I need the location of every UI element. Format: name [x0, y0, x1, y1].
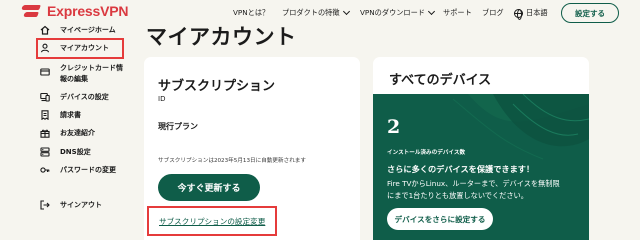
subscription-id-label: ID: [158, 95, 166, 103]
gift-icon: [40, 128, 50, 138]
sidebar-item-device-settings[interactable]: デバイスの設定: [40, 92, 109, 102]
devices-promo-heading: さらに多くのデバイスを保護できます！: [387, 164, 535, 174]
sidebar-item-label: クレジットカード情 報の編集: [60, 63, 123, 85]
devices-title: すべてのデバイス: [389, 73, 492, 88]
globe-icon: [514, 8, 523, 20]
credit-card-icon: [40, 67, 50, 77]
nav-label: VPNのダウンロード: [360, 8, 425, 17]
nav-support[interactable]: サポート: [443, 0, 472, 26]
highlight-box: [147, 206, 277, 236]
sidebar-item-dns[interactable]: DNS設定: [40, 147, 91, 157]
installed-device-count-label: インストール済みのデバイス数: [387, 150, 466, 156]
sidebar-item-label: マイページホーム: [60, 26, 116, 34]
installed-device-count: 2: [387, 116, 401, 138]
sidebar-item-credit-card[interactable]: クレジットカード情 報の編集: [40, 63, 123, 85]
chevron-down-icon: [342, 7, 350, 16]
nav-label: プロダクトの特徴: [282, 8, 340, 17]
sidebar-item-label: デバイスの設定: [60, 93, 109, 101]
receipt-icon: [40, 110, 50, 120]
sidebar-item-sign-out[interactable]: サインアウト: [40, 200, 102, 210]
sidebar-item-label: サインアウト: [60, 201, 102, 209]
sidebar-item-refer-friend[interactable]: お友達紹介: [40, 128, 95, 138]
sidebar-label-line1: クレジットカード情: [60, 64, 123, 72]
signout-icon: [40, 200, 50, 210]
devices-promo-body: Fire TVからLinux、ルーターまで、デバイスを無制限 にまで1台たりとも…: [387, 178, 583, 201]
devices-promo-line1: Fire TVからLinux、ルーターまで、デバイスを無制限: [387, 179, 560, 188]
nav-blog[interactable]: ブログ: [482, 0, 504, 26]
nav-label: VPNとは？: [233, 8, 270, 17]
devices-card: すべてのデバイス 2 インストール済みのデバイス数 さらに多くのデバイスを保護で…: [373, 57, 589, 240]
current-plan-label: 現行プラン: [158, 122, 198, 131]
sidebar-item-label: マイアカウント: [60, 44, 109, 52]
sidebar-item-invoices[interactable]: 請求書: [40, 110, 81, 120]
sidebar-item-label: お友達紹介: [60, 129, 95, 137]
devices-promo-panel: 2 インストール済みのデバイス数 さらに多くのデバイスを保護できます！ Fire…: [373, 94, 589, 240]
brand-mark-icon: [21, 3, 44, 19]
key-icon: [40, 165, 50, 175]
top-header: ExpressVPN VPNとは？ プロダクトの特徴 VPNのダウンロード サポ…: [0, 0, 640, 26]
expressvpn-logo[interactable]: ExpressVPN: [21, 3, 129, 19]
nav-label: サポート: [443, 8, 472, 17]
devices-promo-line2: にまで1台たりとも放置しないでください。: [387, 190, 528, 200]
user-icon: [40, 43, 50, 53]
sidebar-item-label: 請求書: [60, 111, 81, 119]
sidebar-item-home[interactable]: マイページホーム: [40, 24, 116, 36]
sidebar-item-my-account[interactable]: マイアカウント: [40, 43, 109, 53]
nav-label: ブログ: [482, 8, 504, 17]
nav-vpn-download[interactable]: VPNのダウンロード: [360, 0, 435, 26]
setup-more-devices-button[interactable]: デバイスをさらに設定する: [387, 208, 493, 230]
auto-renew-note: サブスクリプションは2023年5月13日に自動更新されます: [158, 158, 306, 164]
brand-name: ExpressVPN: [47, 3, 129, 19]
sidebar-label-line2: 報の編集: [60, 75, 88, 83]
home-icon: [40, 25, 50, 35]
language-label: 日本語: [526, 8, 548, 17]
sidebar-item-label: DNS設定: [60, 148, 91, 156]
chevron-down-icon: [427, 7, 435, 16]
language-selector[interactable]: 日本語: [514, 0, 548, 26]
sidebar-item-change-password[interactable]: パスワードの変更: [40, 165, 116, 175]
dns-icon: [40, 147, 50, 157]
page-title: マイアカウント: [146, 24, 297, 49]
sidebar-item-label: パスワードの変更: [60, 166, 116, 174]
header-settings-button[interactable]: 設定する: [561, 3, 619, 23]
subscription-title: サブスクリプション: [158, 79, 276, 94]
renew-now-button[interactable]: 今すぐ更新する: [158, 174, 260, 201]
devices-icon: [40, 92, 50, 102]
